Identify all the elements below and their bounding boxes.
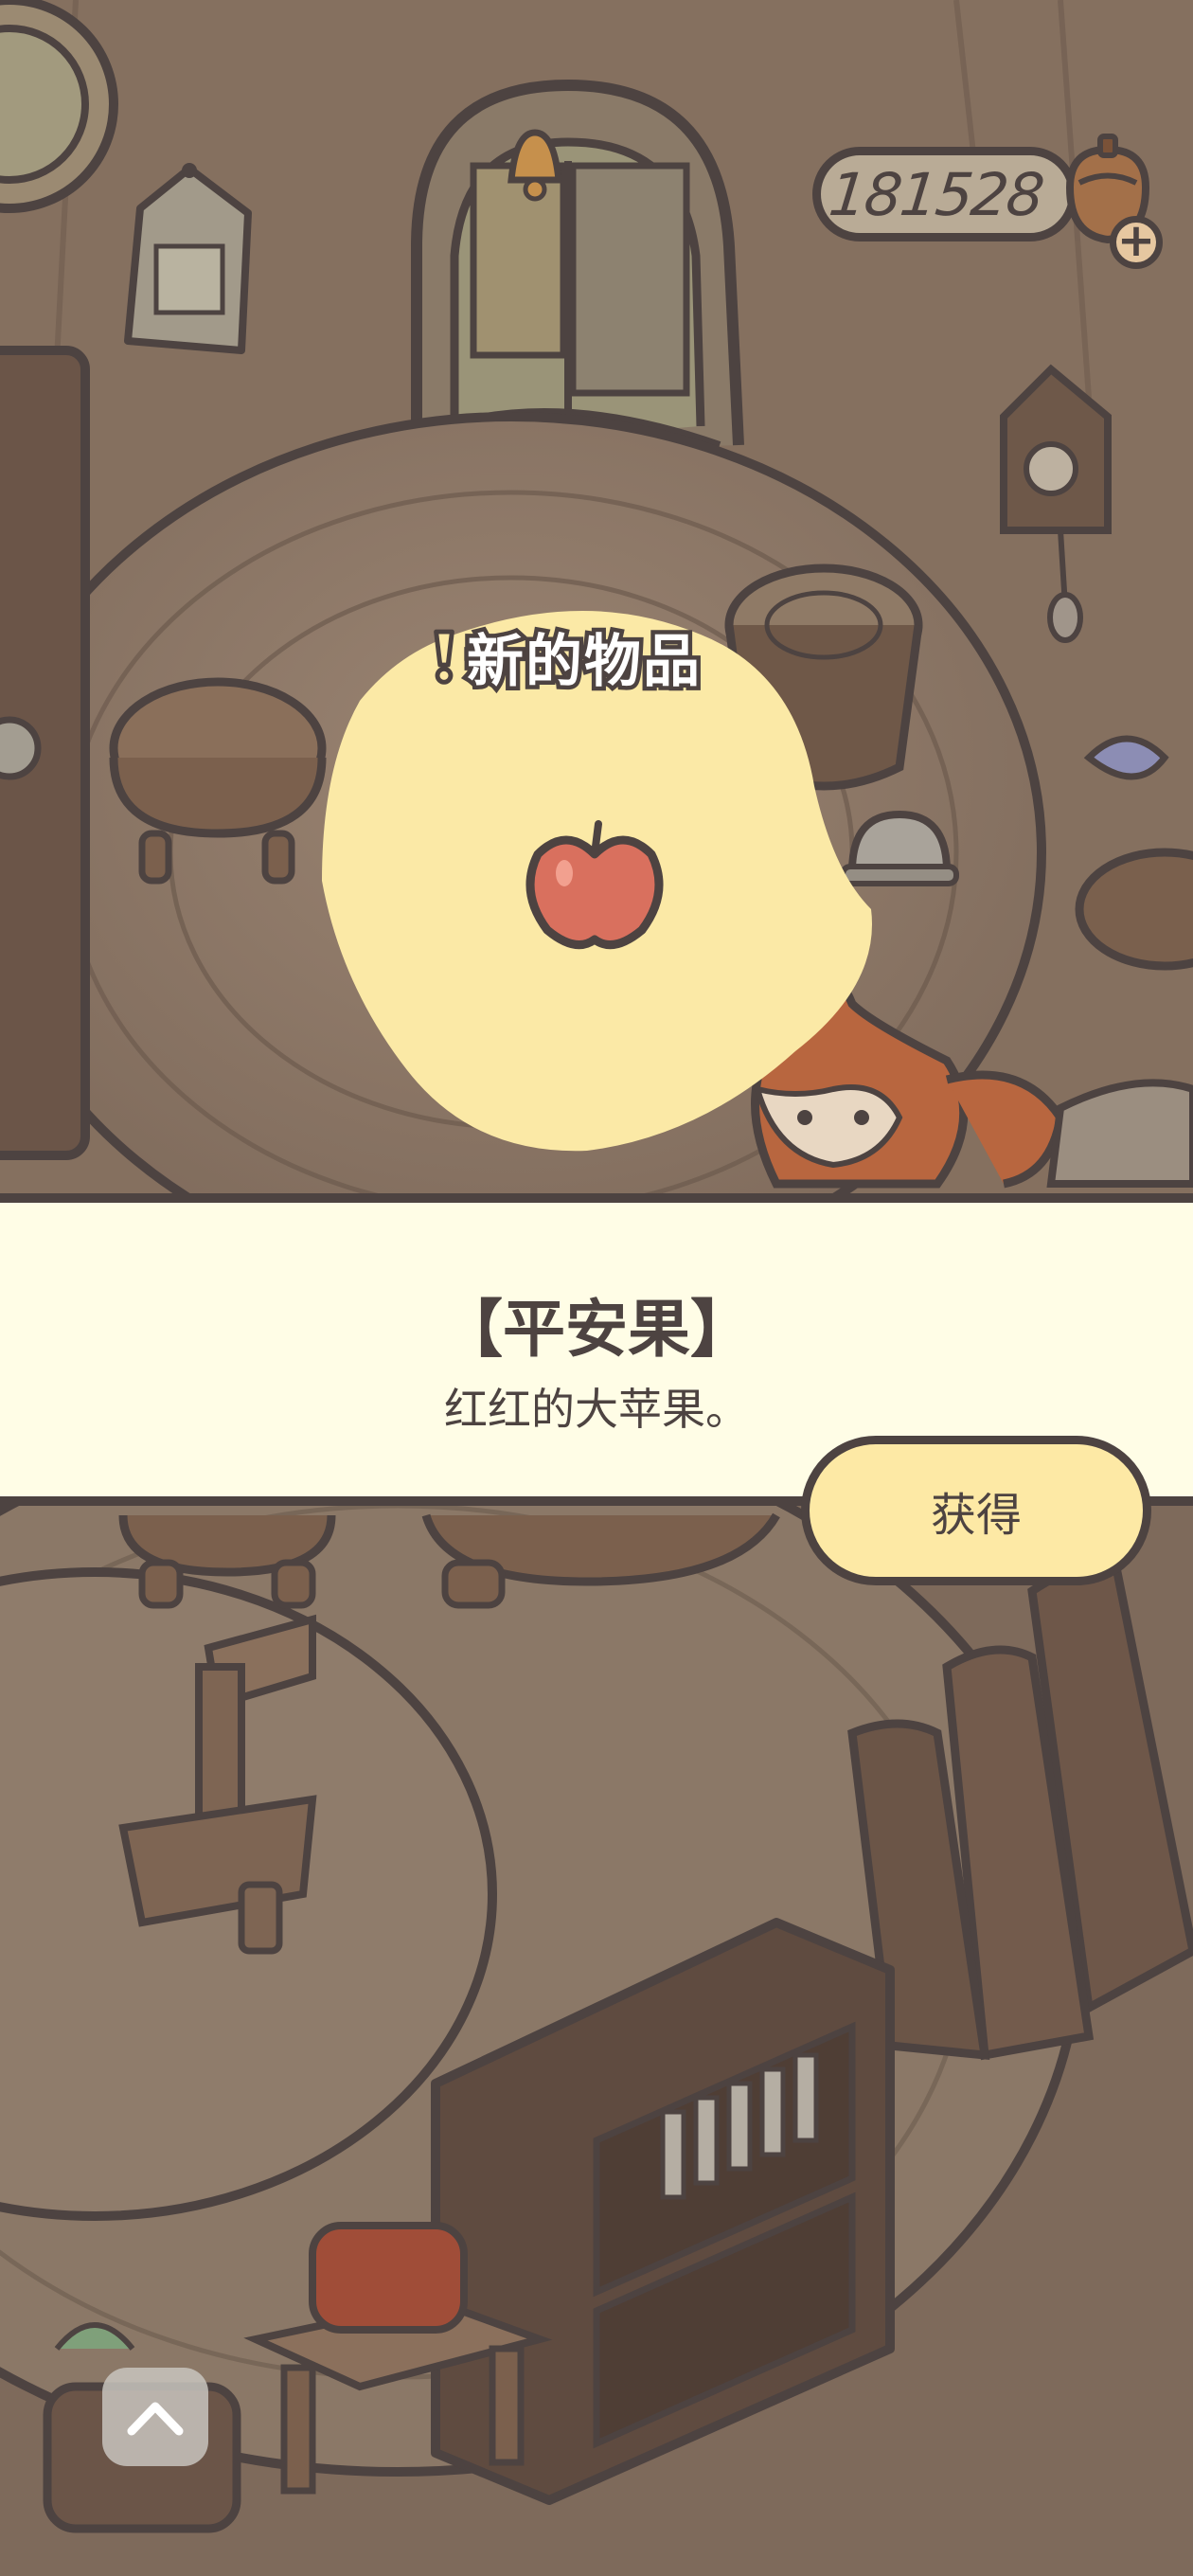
new-item-label: 新的物品	[463, 624, 704, 699]
apple-icon	[525, 820, 664, 950]
exclamation-icon	[434, 629, 454, 685]
obtain-button[interactable]: 获得	[801, 1436, 1151, 1585]
collapse-button[interactable]	[102, 2368, 208, 2466]
new-item-heading: 新的物品	[431, 614, 704, 699]
plus-icon: +	[1116, 214, 1156, 267]
item-description: 红红的大苹果。	[444, 1384, 749, 1435]
coin-count-text: 181528	[825, 159, 1046, 229]
item-name: 【平安果】	[440, 1293, 753, 1366]
coin-counter: 181528	[812, 147, 1077, 242]
arched-doorway	[396, 79, 744, 455]
tall-cabinet	[0, 346, 90, 1160]
obtain-button-label: 获得	[930, 1489, 1022, 1542]
chevron-up-icon	[127, 2402, 184, 2436]
add-coins-button[interactable]: +	[1110, 216, 1163, 269]
